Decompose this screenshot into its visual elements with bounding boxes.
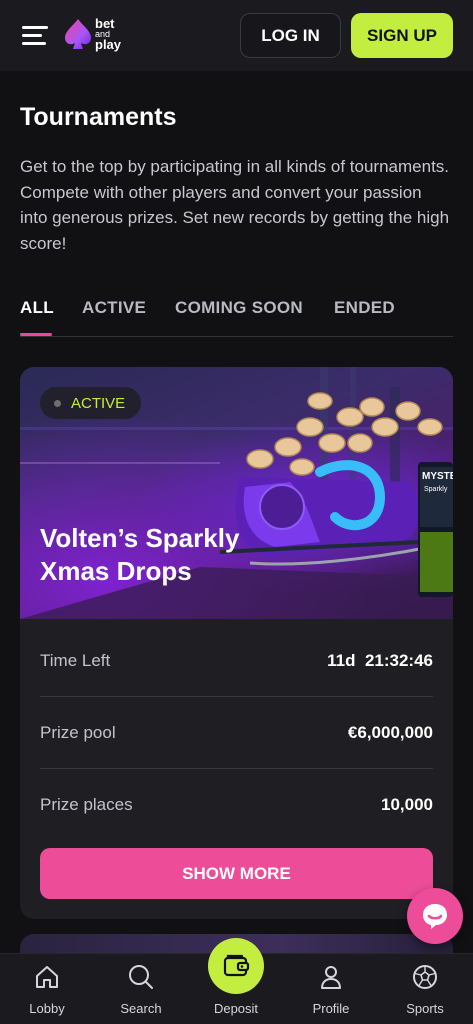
status-dot-icon <box>54 399 61 407</box>
status-badge-label: ACTIVE <box>71 394 126 412</box>
detail-value: €6,000,000 <box>347 722 433 742</box>
logo-wordmark: bet and play <box>95 15 122 52</box>
login-button[interactable]: LOG IN <box>240 13 341 58</box>
tournament-card[interactable]: MYSTER Sparkly ACTIVE Volten’s Sparkly X… <box>20 367 453 919</box>
signup-button[interactable]: SIGN UP <box>351 13 453 58</box>
show-more-button[interactable]: SHOW MORE <box>40 848 433 899</box>
detail-value: 10,000 <box>381 795 433 814</box>
page-title: Tournaments <box>20 103 177 131</box>
nav-sports[interactable]: Sports <box>378 954 472 1024</box>
nav-search[interactable]: Search <box>94 954 188 1024</box>
nav-label: Deposit <box>213 1001 259 1016</box>
search-icon <box>129 965 153 989</box>
wallet-icon <box>223 954 250 977</box>
deposit-button[interactable] <box>208 938 264 994</box>
tab-active[interactable]: ACTIVE <box>82 298 146 318</box>
tournament-title[interactable]: Volten’s Sparkly Xmas Drops <box>40 522 290 588</box>
detail-row-time-left: Time Left 11d 21:32:46 <box>40 625 433 697</box>
nav-label: Lobby <box>29 1001 65 1016</box>
detail-value: 11d 21:32:46 <box>327 650 433 670</box>
detail-label: Prize pool <box>40 722 116 742</box>
logo-line-1: bet <box>95 15 115 31</box>
brand-logo[interactable]: bet and play <box>64 17 121 51</box>
user-icon <box>321 966 341 989</box>
hero-thumb-title: MYSTER <box>422 471 453 482</box>
nav-label: Profile <box>312 1001 350 1016</box>
chat-bubble-icon[interactable] <box>407 888 463 944</box>
detail-row-prize-places: Prize places 10,000 <box>40 769 433 841</box>
tournament-hero-image: MYSTER Sparkly ACTIVE Volten’s Sparkly X… <box>20 367 453 619</box>
spade-logo-icon <box>65 19 91 49</box>
tab-ended[interactable]: ENDED <box>334 298 395 318</box>
detail-label: Time Left <box>40 650 111 670</box>
nav-lobby[interactable]: Lobby <box>0 954 94 1024</box>
hamburger-menu-icon[interactable] <box>22 26 48 46</box>
detail-label: Prize places <box>40 795 133 814</box>
hero-thumb-subtitle: Sparkly <box>424 486 448 493</box>
detail-row-prize-pool: Prize pool €6,000,000 <box>40 697 433 769</box>
logo-line-3: play <box>95 36 122 52</box>
tab-coming-soon[interactable]: COMING SOON <box>175 298 303 318</box>
home-icon <box>36 966 58 988</box>
page-intro: Get to the top by participating in all k… <box>20 157 450 253</box>
nav-label: Search <box>120 1001 162 1016</box>
tournament-details: Time Left 11d 21:32:46 Prize pool €6,000… <box>40 625 433 841</box>
active-tab-indicator <box>20 333 52 336</box>
tab-all[interactable]: ALL <box>20 298 54 318</box>
tournament-tabs: ALL ACTIVE COMING SOON ENDED <box>20 296 453 337</box>
top-header: bet and play LOG IN SIGN UP <box>0 0 473 71</box>
soccer-ball-icon <box>413 965 437 989</box>
nav-label: Sports <box>406 1001 444 1016</box>
nav-profile[interactable]: Profile <box>284 954 378 1024</box>
status-badge: ACTIVE <box>40 387 142 419</box>
